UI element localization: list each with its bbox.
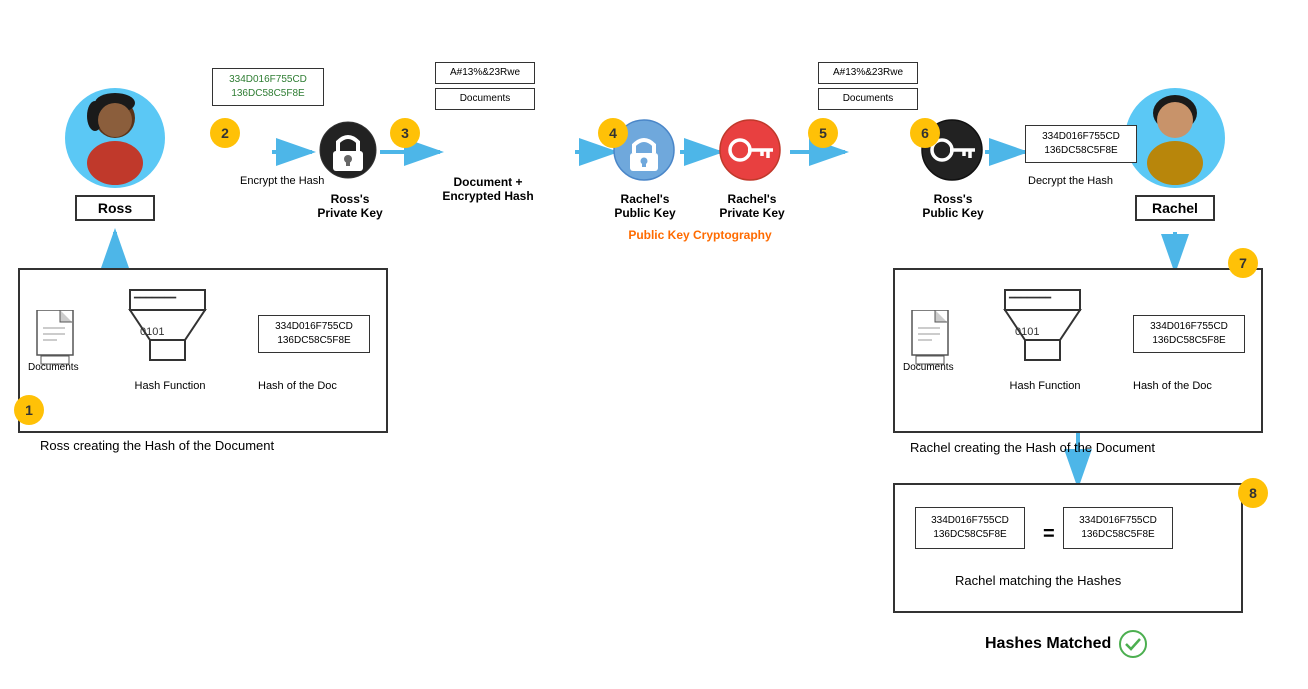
step-8-circle: 8 (1238, 478, 1268, 508)
svg-text:━━━━━━━: ━━━━━━━ (133, 293, 177, 304)
check-icon (1119, 630, 1147, 658)
hash-of-doc-label-1: Hash of the Doc (258, 380, 337, 392)
hashes-matched-container: Hashes Matched (985, 630, 1147, 658)
public-key-crypto-label: Public Key Cryptography (600, 228, 800, 242)
ross-name-box: Ross (75, 195, 155, 221)
svg-text:0101: 0101 (140, 326, 164, 338)
hash-of-doc-label-7: Hash of the Doc (1133, 380, 1212, 392)
hashes-matched-label: Hashes Matched (985, 635, 1111, 653)
rachels-private-key-icon (718, 118, 783, 188)
hash-function-7: 0101 ━━━━━━━ (995, 285, 1090, 375)
step-1-circle: 1 (14, 395, 44, 425)
step-1-box: Documents 0101 ━━━━━━━ Hash Function 334… (18, 268, 388, 433)
documents-box-step3: Documents (435, 88, 535, 110)
encrypted-hash-box-5: A#13%&23Rwe (818, 62, 918, 84)
hash-box-step2: 334D016F755CD 136DC58C5F8E (212, 68, 324, 106)
diagram-container: Ross Rachel 1 Documents (0, 0, 1308, 689)
hash-function-label-7: Hash Function (1005, 380, 1085, 392)
match-hash-right: 334D016F755CD 136DC58C5F8E (1063, 507, 1173, 549)
encrypt-label: Encrypt the Hash (240, 175, 324, 187)
step-5-circle: 5 (808, 118, 838, 148)
hash-output-1: 334D016F755CD 136DC58C5F8E (258, 315, 370, 353)
hash-output-7: 334D016F755CD 136DC58C5F8E (1133, 315, 1245, 353)
ross-private-key-label: Ross's Private Key (315, 192, 385, 220)
ross-private-key-icon (318, 118, 378, 188)
rachels-public-key-label: Rachel's Public Key (610, 192, 680, 220)
ross-public-key-label: Ross's Public Key (918, 192, 988, 220)
doc-icon-1 (35, 310, 80, 365)
step-4-circle: 4 (598, 118, 628, 148)
step-7-box: Documents 0101 ━━━━━━━ Hash Function 334… (893, 268, 1263, 433)
decrypted-hash-box: 334D016F755CD 136DC58C5F8E (1025, 125, 1137, 163)
hash-function-1: 0101 ━━━━━━━ (120, 285, 215, 375)
decrypt-label: Decrypt the Hash (1028, 175, 1113, 187)
ross-caption: Ross creating the Hash of the Document (40, 438, 274, 453)
step-6-circle: 6 (910, 118, 940, 148)
equals-sign: = (1043, 523, 1055, 546)
doc-label-7: Documents (903, 362, 954, 373)
doc-icon-7 (910, 310, 955, 365)
svg-text:━━━━━━━: ━━━━━━━ (1008, 293, 1052, 304)
matching-box: 334D016F755CD 136DC58C5F8E = 334D016F755… (893, 483, 1243, 613)
rachels-private-key-label: Rachel's Private Key (716, 192, 788, 220)
doc-encrypted-label: Document + Encrypted Hash (438, 175, 538, 203)
match-hash-left: 334D016F755CD 136DC58C5F8E (915, 507, 1025, 549)
matching-caption: Rachel matching the Hashes (955, 573, 1121, 588)
rachel-avatar (1125, 88, 1225, 188)
svg-text:0101: 0101 (1015, 326, 1039, 338)
doc-label-1: Documents (28, 362, 79, 373)
rachel-name-box: Rachel (1135, 195, 1215, 221)
rachel-caption: Rachel creating the Hash of the Document (910, 440, 1155, 455)
documents-box-step5: Documents (818, 88, 918, 110)
ross-avatar (65, 88, 165, 188)
hash-function-label-1: Hash Function (130, 380, 210, 392)
step-3-circle: 3 (390, 118, 420, 148)
step-2-circle: 2 (210, 118, 240, 148)
encrypted-hash-box: A#13%&23Rwe (435, 62, 535, 84)
step-7-circle: 7 (1228, 248, 1258, 278)
